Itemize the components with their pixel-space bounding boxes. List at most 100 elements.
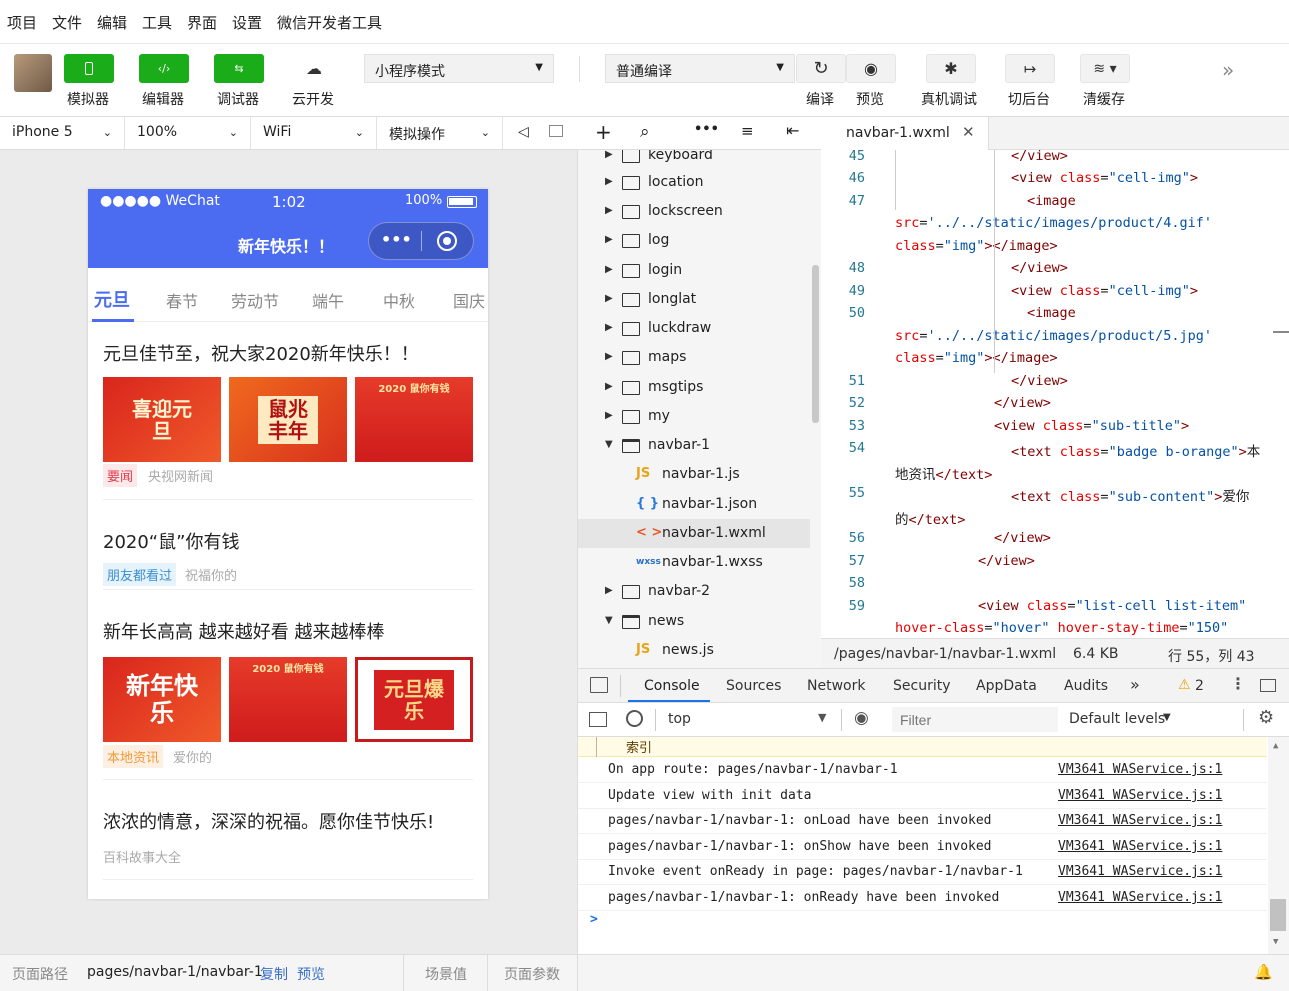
menu-view[interactable]: 界面: [187, 12, 217, 33]
cloud-button[interactable]: ☁: [289, 54, 339, 83]
bell-icon[interactable]: 🔔: [1254, 963, 1273, 981]
tab-guoqing[interactable]: 国庆: [453, 288, 485, 312]
eye-icon[interactable]: ◉: [854, 708, 869, 728]
tree-folder-maps[interactable]: ▶ maps: [578, 343, 810, 372]
gear-icon[interactable]: ⚙: [1258, 707, 1274, 728]
tab-audits[interactable]: Audits: [1064, 678, 1108, 694]
menu-devtools[interactable]: 微信开发者工具: [277, 12, 382, 33]
scroll-down-icon[interactable]: ▼: [1273, 937, 1278, 947]
copy-link[interactable]: 复制: [260, 964, 288, 984]
menu-project[interactable]: 项目: [7, 12, 37, 33]
mode-select[interactable]: 小程序模式 ▼: [364, 54, 554, 83]
real-debug-button[interactable]: ✱: [926, 54, 976, 83]
console-output[interactable]: 索引 On app route: pages/navbar-1/navbar-1…: [578, 737, 1289, 954]
list-item[interactable]: 2020“鼠”你有钱 朋友都看过 祝福你的: [103, 500, 473, 590]
window-icon[interactable]: [549, 125, 563, 137]
tab-network[interactable]: Network: [807, 678, 865, 694]
tree-file-navbar-1-json[interactable]: { } navbar-1.json: [578, 490, 810, 519]
tree-file-news-js[interactable]: JS news.js: [578, 636, 810, 665]
tab-laodongjie[interactable]: 劳动节: [231, 288, 279, 312]
scroll-up-icon[interactable]: ▲: [1273, 741, 1278, 751]
collapse-icon[interactable]: ⇤: [786, 121, 799, 140]
menu-edit[interactable]: 编辑: [97, 12, 127, 33]
tree-file-navbar-1-wxml[interactable]: < > navbar-1.wxml: [578, 519, 810, 548]
tree-folder-news[interactable]: ▼ news: [578, 607, 810, 636]
cursor-position[interactable]: 行 55，列 43: [1168, 646, 1255, 666]
menu-file[interactable]: 文件: [52, 12, 82, 33]
add-icon[interactable]: +: [595, 120, 612, 144]
list-item[interactable]: 元旦佳节至，祝大家2020新年快乐！！ 喜迎元旦 鼠兆丰年 2020 鼠你有钱 …: [103, 322, 473, 500]
chevron-down-icon[interactable]: ▼: [1163, 712, 1171, 723]
tab-sources[interactable]: Sources: [726, 678, 781, 694]
avatar[interactable]: [14, 54, 52, 92]
tree-scrollbar[interactable]: [812, 265, 819, 423]
editor-tab[interactable]: navbar-1.wxml ✕: [821, 117, 989, 150]
tree-folder-location[interactable]: ▶ location: [578, 168, 810, 197]
search-icon[interactable]: ⌕: [640, 122, 650, 142]
tree-folder-navbar-2[interactable]: ▶ navbar-2: [578, 577, 810, 606]
warning-count[interactable]: 2: [1195, 678, 1204, 694]
tab-chunjie[interactable]: 春节: [166, 288, 198, 312]
network-select[interactable]: WiFi ⌄: [251, 117, 377, 149]
simulator-button[interactable]: [64, 54, 114, 83]
compile-select[interactable]: 普通编译 ▼: [605, 54, 795, 83]
filter-input[interactable]: [892, 707, 1058, 732]
close-circle-icon[interactable]: [437, 231, 457, 251]
tab-console[interactable]: Console: [644, 678, 700, 694]
clear-cache-button[interactable]: ≋ ▾: [1080, 54, 1130, 83]
chevron-down-icon[interactable]: ▼: [818, 711, 826, 724]
tree-file-navbar-1-wxss[interactable]: wxss navbar-1.wxss: [578, 548, 810, 577]
preview-button[interactable]: ◉: [846, 54, 896, 83]
tab-yuandan[interactable]: 元旦: [94, 286, 130, 312]
more-dots-icon[interactable]: •••: [381, 230, 412, 249]
close-icon[interactable]: ✕: [962, 123, 975, 141]
compile-button[interactable]: ↻: [796, 54, 846, 83]
tree-folder-longlat[interactable]: ▶ longlat: [578, 285, 810, 314]
clear-console-icon[interactable]: [626, 710, 643, 727]
params-button[interactable]: 页面参数: [504, 964, 560, 984]
more-tabs-icon[interactable]: »: [1130, 675, 1140, 694]
editor-button[interactable]: ‹/›: [139, 54, 189, 83]
inspect-icon[interactable]: [590, 677, 608, 693]
menu-tools[interactable]: 工具: [142, 12, 172, 33]
tab-zhongqiu[interactable]: 中秋: [383, 288, 415, 312]
levels-select[interactable]: Default levels: [1069, 711, 1165, 727]
log-source-link[interactable]: VM3641 WAService.js:1: [1058, 864, 1222, 879]
scroll-thumb[interactable]: [1270, 899, 1286, 931]
tab-security[interactable]: Security: [893, 678, 951, 694]
tree-folder-my[interactable]: ▶ my: [578, 402, 810, 431]
tree-folder-navbar-1[interactable]: ▼ navbar-1: [578, 431, 810, 460]
preview-link[interactable]: 预览: [297, 964, 325, 984]
more-icon[interactable]: •••: [694, 122, 719, 137]
background-button[interactable]: ↦: [1005, 54, 1055, 83]
console-scrollbar[interactable]: ▲ ▼: [1268, 737, 1289, 954]
sort-icon[interactable]: ≡: [741, 122, 754, 140]
kebab-menu-icon[interactable]: ⋮: [1230, 674, 1246, 693]
volume-icon[interactable]: ◁: [518, 124, 529, 140]
tab-appdata[interactable]: AppData: [976, 678, 1037, 694]
list-item[interactable]: 浓浓的情意，深深的祝福。愿你佳节快乐! 百科故事大全: [103, 780, 473, 880]
log-source-link[interactable]: VM3641 WAService.js:1: [1058, 839, 1222, 854]
log-source-link[interactable]: VM3641 WAService.js:1: [1058, 788, 1222, 803]
console-prompt[interactable]: >: [590, 912, 598, 927]
dock-icon[interactable]: [1260, 679, 1276, 692]
menu-settings[interactable]: 设置: [232, 12, 262, 33]
more-chevron-icon[interactable]: »: [1222, 58, 1234, 82]
tree-folder-log[interactable]: ▶ log: [578, 226, 810, 255]
tree-folder-keyboard[interactable]: ▶ keyboard: [578, 150, 810, 170]
tree-folder-msgtips[interactable]: ▶ msgtips: [578, 373, 810, 402]
tab-duanwu[interactable]: 端午: [312, 288, 344, 312]
tree-folder-login[interactable]: ▶ login: [578, 256, 810, 285]
code-editor[interactable]: 45 </view> 46 <view class="cell-img"> 47…: [821, 150, 1289, 638]
context-select[interactable]: top: [668, 711, 691, 727]
tree-folder-luckdraw[interactable]: ▶ luckdraw: [578, 314, 810, 343]
operation-select[interactable]: 模拟操作 ⌄: [377, 117, 503, 149]
log-source-link[interactable]: VM3641 WAService.js:1: [1058, 890, 1222, 905]
list-item[interactable]: 新年长高高 越来越好看 越来越棒棒 新年快乐 2020 鼠你有钱 元旦爆乐 本地…: [103, 590, 473, 780]
log-source-link[interactable]: VM3641 WAService.js:1: [1058, 813, 1222, 828]
device-select[interactable]: iPhone 5 ⌄: [0, 117, 125, 149]
tree-folder-lockscreen[interactable]: ▶ lockscreen: [578, 197, 810, 226]
debugger-button[interactable]: ⇆: [214, 54, 264, 83]
zoom-select[interactable]: 100% ⌄: [125, 117, 251, 149]
tree-file-navbar-1-js[interactable]: JS navbar-1.js: [578, 460, 810, 489]
